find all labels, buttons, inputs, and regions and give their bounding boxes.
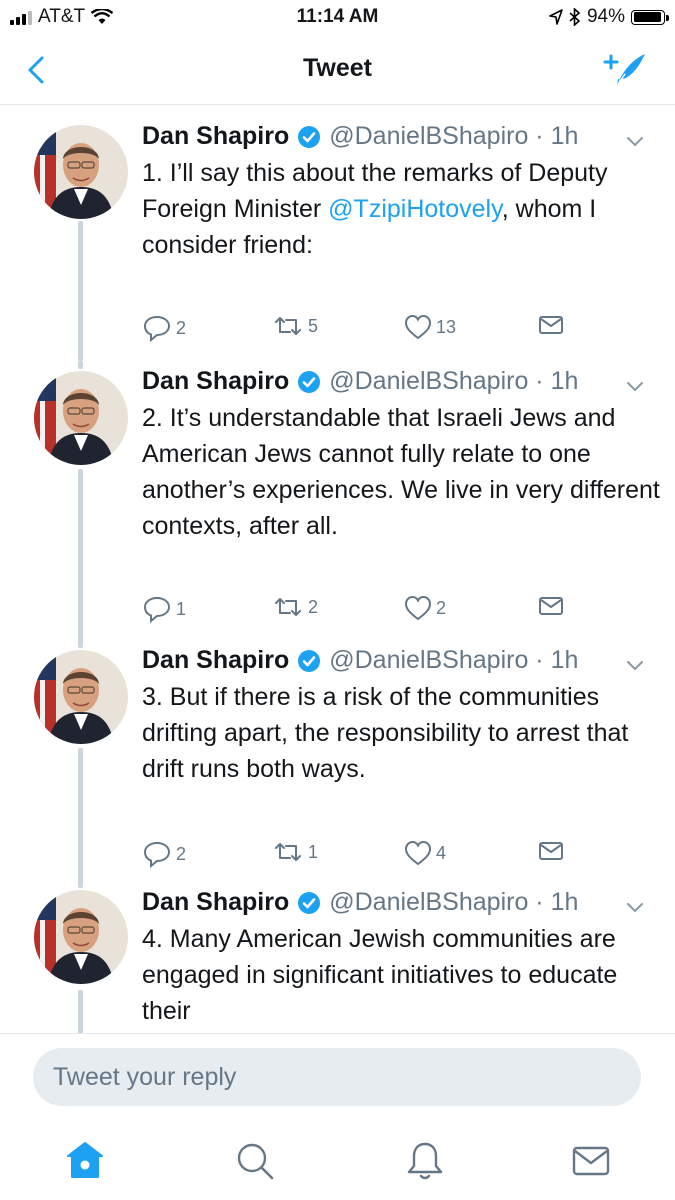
reply-icon	[143, 596, 171, 623]
separator-dot: ·	[528, 646, 551, 674]
compose-tweet-icon[interactable]	[601, 48, 647, 90]
reply-button[interactable]: 2	[142, 840, 186, 868]
author-name[interactable]: Dan Shapiro	[142, 888, 289, 917]
like-icon	[404, 840, 432, 866]
like-count: 2	[436, 597, 447, 618]
author-handle[interactable]: @DanielBShapiro	[329, 646, 528, 675]
verified-badge-icon	[298, 370, 321, 393]
separator-dot: ·	[528, 888, 551, 916]
tweet-text: 4. Many American Jewish communities are …	[142, 925, 618, 1025]
direct-message-icon	[539, 316, 563, 334]
retweet-button[interactable]: 1	[272, 840, 318, 864]
avatar[interactable]	[34, 125, 128, 219]
retweet-button[interactable]: 5	[272, 314, 318, 338]
retweet-count: 1	[308, 841, 319, 862]
retweet-icon	[275, 843, 301, 861]
search-icon[interactable]	[233, 1139, 277, 1183]
author-handle[interactable]: @DanielBShapiro	[329, 888, 528, 917]
like-button[interactable]: 4	[404, 840, 446, 866]
tweet-time: 1h	[550, 367, 579, 395]
chevron-down-icon[interactable]	[625, 901, 645, 915]
tweet-actions: 2 5 13	[142, 314, 632, 346]
author-name[interactable]: Dan Shapiro	[142, 646, 289, 675]
reply-input[interactable]	[33, 1048, 641, 1106]
like-icon	[404, 314, 432, 340]
tweet-header: Dan Shapiro @DanielBShapiro · 1h	[142, 646, 578, 675]
status-right: 94%	[549, 6, 669, 28]
chevron-down-icon[interactable]	[625, 380, 645, 394]
reply-count: 2	[176, 317, 187, 338]
reply-icon	[143, 841, 171, 868]
tweet-time: 1h	[550, 646, 579, 674]
page-title: Tweet	[303, 54, 372, 82]
retweet-icon	[275, 317, 301, 335]
reply-icon	[143, 315, 171, 342]
tweet-text: 3. But if there is a risk of the communi…	[142, 683, 629, 783]
bluetooth-icon	[569, 8, 581, 26]
verified-badge-icon	[298, 891, 321, 914]
battery-percent: 94%	[586, 6, 625, 27]
thread-connector	[78, 748, 83, 888]
retweet-button[interactable]: 2	[272, 595, 318, 619]
avatar[interactable]	[34, 650, 128, 744]
thread-connector	[78, 990, 83, 1033]
status-bar: AT&T 11:14 AM 94%	[0, 0, 675, 36]
thread-connector	[78, 469, 83, 644]
direct-message-button[interactable]	[538, 314, 564, 336]
battery-icon	[631, 9, 669, 25]
reply-count: 2	[176, 843, 187, 864]
like-count: 4	[436, 842, 447, 863]
tweet-actions: 1 2 2	[142, 595, 632, 627]
like-count: 13	[436, 316, 457, 337]
author-handle[interactable]: @DanielBShapiro	[329, 122, 528, 151]
direct-message-icon	[539, 597, 563, 615]
author-name[interactable]: Dan Shapiro	[142, 367, 289, 396]
conversation-thread: Dan Shapiro @DanielBShapiro · 1h 1. I’ll…	[0, 105, 675, 1033]
messages-icon[interactable]	[569, 1139, 613, 1183]
tweet-actions: 2 1 4	[142, 840, 632, 872]
tab-bar	[0, 1121, 675, 1200]
separator-dot: ·	[528, 367, 551, 395]
chevron-down-icon[interactable]	[625, 135, 645, 149]
avatar[interactable]	[34, 890, 128, 984]
separator-dot: ·	[528, 122, 551, 150]
like-button[interactable]: 2	[404, 595, 446, 621]
tweet-header: Dan Shapiro @DanielBShapiro · 1h	[142, 122, 578, 151]
retweet-count: 2	[308, 596, 319, 617]
reply-count: 1	[176, 598, 187, 619]
mention-link[interactable]: @TzipiHotovely	[328, 195, 502, 223]
like-button[interactable]: 13	[404, 314, 456, 340]
tweet-header: Dan Shapiro @DanielBShapiro · 1h	[142, 367, 578, 396]
reply-button[interactable]: 1	[142, 595, 186, 623]
direct-message-icon	[539, 842, 563, 860]
chevron-down-icon[interactable]	[625, 659, 645, 673]
author-handle[interactable]: @DanielBShapiro	[329, 367, 528, 396]
reply-button[interactable]: 2	[142, 314, 186, 342]
tweet-text: 2. It’s understandable that Israeli Jews…	[142, 404, 660, 540]
tweet-time: 1h	[550, 888, 579, 916]
author-name[interactable]: Dan Shapiro	[142, 122, 289, 151]
tweet-text: 1. I’ll say this about the remarks of De…	[142, 155, 662, 263]
reply-bar	[0, 1033, 675, 1122]
retweet-count: 5	[308, 315, 319, 336]
home-icon[interactable]	[63, 1139, 107, 1183]
avatar[interactable]	[34, 371, 128, 465]
thread-connector	[78, 361, 83, 369]
tweet-header: Dan Shapiro @DanielBShapiro · 1h	[142, 888, 578, 917]
like-icon	[404, 595, 432, 621]
thread-connector	[78, 221, 83, 361]
navigation-bar: Tweet	[0, 36, 675, 105]
retweet-icon	[275, 598, 301, 616]
location-arrow-icon	[549, 9, 563, 25]
notifications-icon[interactable]	[403, 1139, 447, 1183]
direct-message-button[interactable]	[538, 595, 564, 617]
direct-message-button[interactable]	[538, 840, 564, 862]
verified-badge-icon	[298, 125, 321, 148]
verified-badge-icon	[298, 649, 321, 672]
thread-connector	[78, 640, 83, 648]
tweet-time: 1h	[550, 122, 579, 150]
